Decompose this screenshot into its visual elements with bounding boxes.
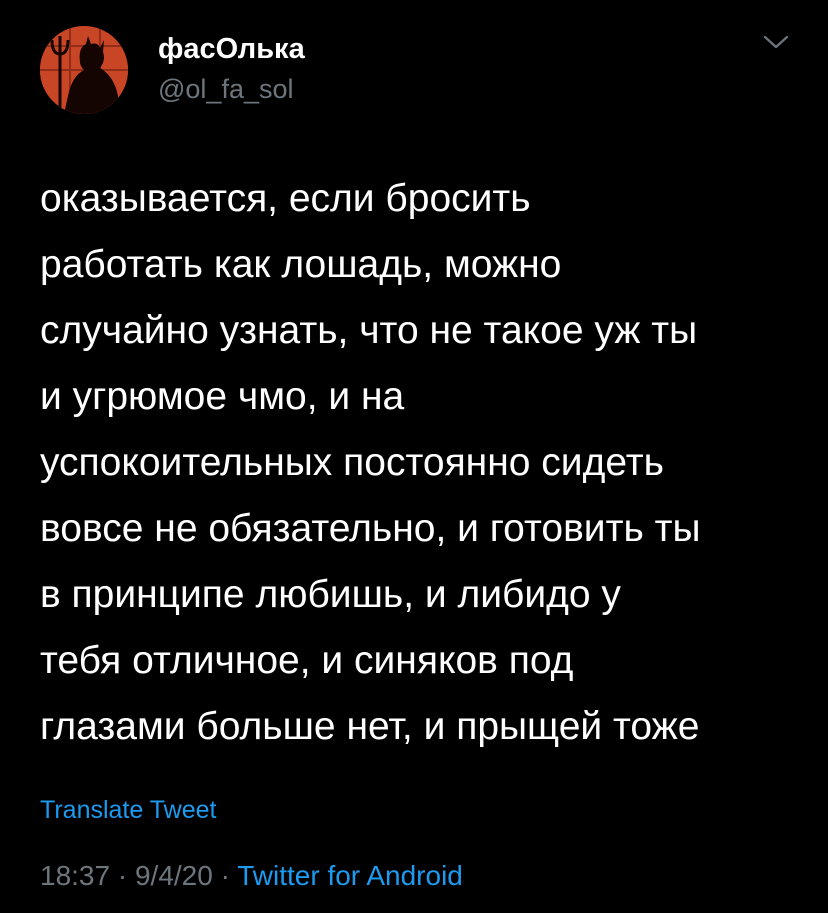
tweet-text: оказывается, если бросить работать как л…: [40, 166, 800, 760]
user-handle[interactable]: @ol_fa_sol: [158, 72, 305, 106]
profile-avatar-silhouette: [40, 26, 128, 114]
tweet-text-line: тебя отличное, и синяков под: [40, 639, 574, 682]
tweet-text-line: случайно узнать, что не такое уж ты: [40, 309, 698, 352]
meta-separator: ·: [220, 860, 230, 891]
tweet-text-line: в принципе любишь, и либидо у: [40, 573, 621, 616]
display-name[interactable]: фасОлька: [158, 32, 305, 66]
tweet-header: фасОлька @ol_fa_sol: [40, 26, 800, 116]
author-names: фасОлька @ol_fa_sol: [158, 32, 305, 106]
tweet-time: 18:37: [40, 860, 111, 891]
tweet-date: 9/4/20: [134, 860, 213, 891]
tweet-text-line: и угрюмое чмо, и на: [40, 375, 405, 418]
tweet-text-line: успокоительных постоянно сидеть: [40, 441, 664, 484]
tweet-text-line: оказывается, если бросить: [40, 177, 531, 220]
tweet-text-line: работать как лошадь, можно: [40, 243, 562, 286]
tweet-meta: 18:37 · 9/4/20 · Twitter for Android: [40, 858, 463, 894]
tweet-text-line: вовсе не обязательно, и готовить ты: [40, 507, 701, 550]
chevron-down-icon[interactable]: [762, 32, 790, 52]
tweet-source-link[interactable]: Twitter for Android: [237, 860, 463, 891]
translate-tweet-link[interactable]: Translate Tweet: [40, 794, 216, 826]
tweet-text-line: глазами больше нет, и прыщей тоже: [40, 705, 700, 748]
meta-separator: ·: [117, 860, 128, 891]
avatar[interactable]: [40, 26, 128, 114]
